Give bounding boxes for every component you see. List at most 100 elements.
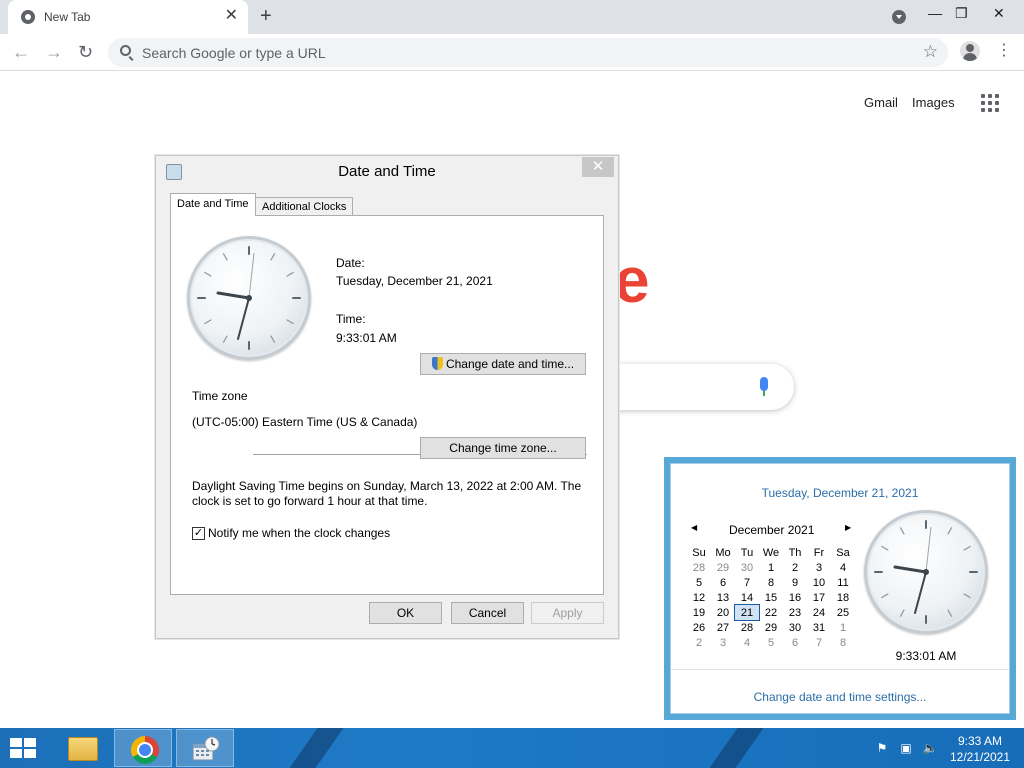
calendar-day[interactable]: 3 [711, 635, 735, 650]
calendar-day[interactable]: 2 [687, 635, 711, 650]
taskbar-file-explorer[interactable] [52, 729, 110, 767]
notify-label[interactable]: Notify me when the clock changes [208, 526, 390, 540]
prev-month-icon[interactable]: ◀ [691, 523, 697, 532]
tab-new-tab[interactable]: New Tab ✕ [8, 0, 248, 34]
next-month-icon[interactable]: ▶ [845, 523, 851, 532]
calendar-day[interactable]: 20 [711, 605, 735, 620]
calendar-day[interactable]: 19 [687, 605, 711, 620]
apply-button[interactable]: Apply [531, 602, 604, 624]
calendar-day-today[interactable]: 21 [734, 604, 760, 621]
calendar-day[interactable]: 5 [759, 635, 783, 650]
change-timezone-button[interactable]: Change time zone... [420, 437, 586, 459]
minimize-button[interactable]: — [928, 4, 942, 22]
action-center-flag-icon[interactable]: ⚑ [874, 740, 890, 756]
calendar-day[interactable]: 12 [687, 590, 711, 605]
calendar-day[interactable]: 13 [711, 590, 735, 605]
new-tab-button[interactable]: + [260, 5, 272, 27]
calendar-day[interactable]: 9 [783, 575, 807, 590]
calendar-day[interactable]: 4 [831, 560, 855, 575]
flyout-separator [671, 669, 1009, 670]
cancel-button[interactable]: Cancel [451, 602, 524, 624]
ok-button[interactable]: OK [369, 602, 442, 624]
calendar-month-title[interactable]: December 2021 [729, 523, 814, 537]
calendar-day[interactable]: 31 [807, 620, 831, 635]
calendar-day[interactable]: 10 [807, 575, 831, 590]
forward-button[interactable]: → [45, 42, 63, 62]
omnibox-placeholder[interactable]: Search Google or type a URL [142, 45, 326, 61]
volume-icon[interactable]: 🔈 [922, 740, 938, 756]
tab-date-and-time[interactable]: Date and Time [170, 193, 256, 216]
flyout-long-date[interactable]: Tuesday, December 21, 2021 [671, 486, 1009, 500]
calendar-day[interactable]: 14 [735, 590, 759, 605]
calendar-day[interactable]: 5 [687, 575, 711, 590]
calendar-day[interactable]: 7 [807, 635, 831, 650]
date-value: Tuesday, December 21, 2021 [336, 274, 493, 288]
restore-button[interactable]: ❐ [955, 4, 968, 22]
calendar-day[interactable]: 8 [831, 635, 855, 650]
calendar-day[interactable]: 29 [711, 560, 735, 575]
calendar-day[interactable]: 26 [687, 620, 711, 635]
taskbar-clock[interactable]: 9:33 AM 12/21/2021 [948, 733, 1012, 765]
gmail-link[interactable]: Gmail [864, 95, 898, 110]
network-icon[interactable]: ▣ [898, 740, 914, 756]
calendar-day[interactable]: 17 [807, 590, 831, 605]
flyout-analog-clock [864, 510, 988, 634]
calendar-day[interactable]: 23 [783, 605, 807, 620]
browser-menu-button[interactable]: ⋮ [996, 42, 1012, 60]
calendar-day[interactable]: 29 [759, 620, 783, 635]
calendar-day[interactable]: 18 [831, 590, 855, 605]
date-label: Date: [336, 256, 365, 270]
profile-avatar-icon[interactable] [960, 41, 980, 61]
calendar-day[interactable]: 15 [759, 590, 783, 605]
notify-checkbox[interactable]: ✓ [192, 527, 205, 540]
change-date-time-settings-link[interactable]: Change date and time settings... [671, 690, 1009, 704]
calendar-day[interactable]: 1 [759, 560, 783, 575]
calendar-day[interactable]: 22 [759, 605, 783, 620]
calendar-week-row: 19 20 21 22 23 24 25 [687, 604, 855, 621]
calendar-day[interactable]: 11 [831, 575, 855, 590]
calendar-day[interactable]: 24 [807, 605, 831, 620]
voice-search-mic-icon[interactable] [760, 377, 768, 396]
calendar-day[interactable]: 25 [831, 605, 855, 620]
change-date-time-button[interactable]: Change date and time... [420, 353, 586, 375]
calendar-day[interactable]: 8 [759, 575, 783, 590]
google-apps-icon[interactable] [981, 94, 999, 112]
reload-button[interactable]: ↻ [78, 42, 93, 62]
omnibox[interactable]: Search Google or type a URL ☆ [108, 38, 948, 67]
bookmark-star-icon[interactable]: ☆ [923, 42, 938, 62]
calendar-day[interactable]: 27 [711, 620, 735, 635]
calendar-day[interactable]: 30 [735, 560, 759, 575]
calendar-week-row: 28 29 30 1 2 3 4 [687, 560, 855, 575]
taskbar: ⚑ ▣ 🔈 9:33 AM 12/21/2021 [0, 728, 1024, 768]
calendar-day[interactable]: 28 [687, 560, 711, 575]
flyout-clock-face-icon [874, 520, 978, 624]
tab-additional-clocks[interactable]: Additional Clocks [255, 197, 354, 216]
tab-close-icon[interactable]: ✕ [225, 7, 238, 25]
taskbar-chrome[interactable] [114, 729, 172, 767]
time-label: Time: [336, 312, 366, 326]
dialog-close-button[interactable]: ✕ [582, 157, 614, 177]
calendar-day[interactable]: 1 [831, 620, 855, 635]
calendar-day[interactable]: 6 [783, 635, 807, 650]
window-close-button[interactable]: ✕ [993, 4, 1005, 22]
taskbar-decoration [695, 728, 771, 768]
images-link[interactable]: Images [912, 95, 955, 110]
calendar-day[interactable]: 7 [735, 575, 759, 590]
calendar-day[interactable]: 28 [735, 620, 759, 635]
calendar-day[interactable]: 6 [711, 575, 735, 590]
flyout-time: 9:33:01 AM [895, 649, 957, 663]
start-button-windows-icon[interactable] [10, 738, 38, 760]
calendar-day[interactable]: 30 [783, 620, 807, 635]
taskbar-date-time[interactable] [176, 729, 234, 767]
taskbar-decoration [275, 728, 351, 768]
tab-search-icon[interactable] [892, 10, 906, 24]
calendar-day[interactable]: 2 [783, 560, 807, 575]
timezone-value: (UTC-05:00) Eastern Time (US & Canada) [192, 415, 418, 429]
file-explorer-icon [68, 737, 98, 761]
weekday-header: Fr [813, 546, 825, 559]
calendar-day[interactable]: 4 [735, 635, 759, 650]
back-button[interactable]: ← [12, 42, 30, 62]
calendar-weekday-row: Su Mo Tu We Th Fr Sa [687, 545, 855, 560]
calendar-day[interactable]: 3 [807, 560, 831, 575]
calendar-day[interactable]: 16 [783, 590, 807, 605]
